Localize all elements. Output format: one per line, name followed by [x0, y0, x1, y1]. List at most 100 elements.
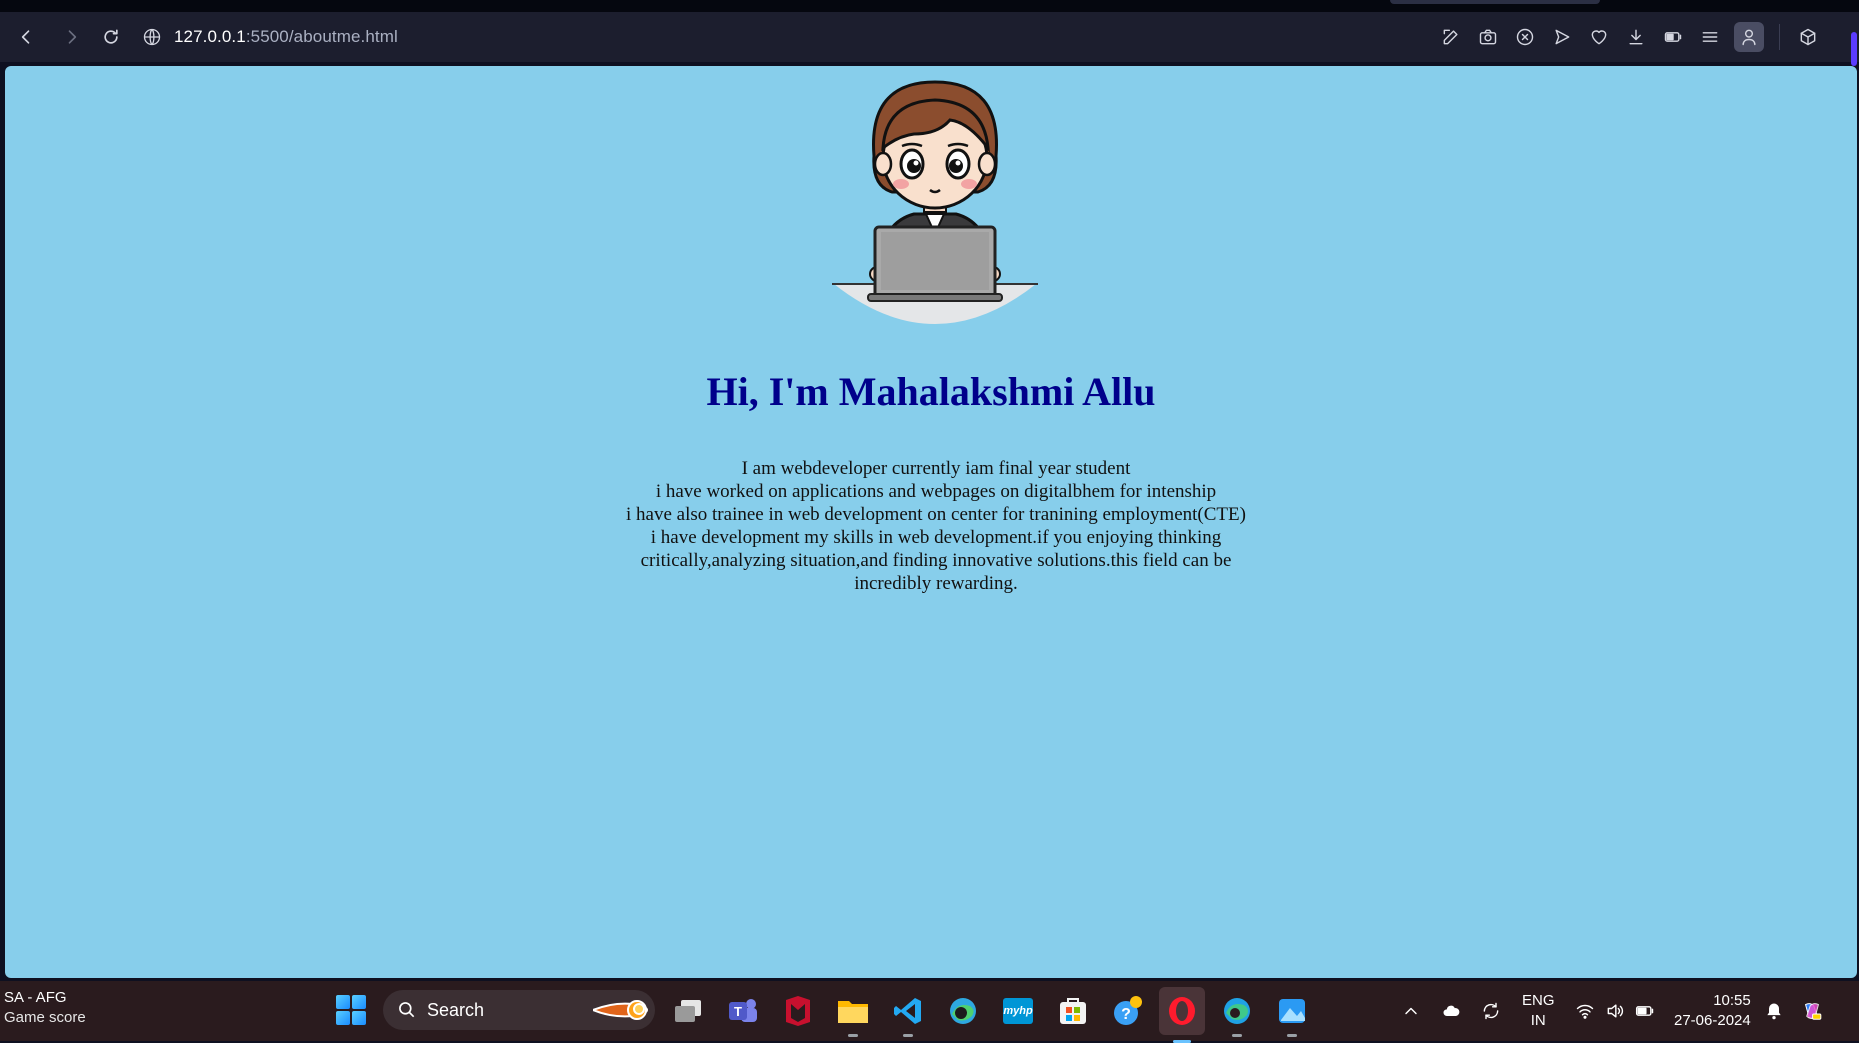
windows-logo-tile	[336, 1011, 350, 1025]
input-language[interactable]: ENG IN	[1522, 991, 1555, 1031]
downloads-button[interactable]	[1623, 22, 1649, 52]
send-icon	[1555, 29, 1570, 45]
avatar-illustration	[828, 74, 1042, 326]
mcafee-app[interactable]	[780, 993, 816, 1029]
easy-setup-button[interactable]	[1697, 22, 1723, 52]
opera-app[interactable]	[1159, 987, 1205, 1043]
bio-line: i have worked on applications and webpag…	[655, 481, 1217, 502]
help-icon: ?	[1114, 996, 1142, 1025]
region-code: IN	[1530, 1012, 1546, 1029]
volume-icon	[1607, 1004, 1624, 1018]
snapshot-button[interactable]	[1475, 22, 1501, 52]
cloud-icon	[1443, 1005, 1460, 1016]
mcafee-icon	[786, 996, 810, 1026]
edge-app[interactable]	[1219, 993, 1255, 1037]
widget-subtitle: Game score	[4, 1009, 86, 1026]
windows-logo-tile	[352, 995, 366, 1009]
copilot-button[interactable]	[1802, 981, 1822, 1041]
wifi-icon	[1576, 1004, 1594, 1019]
flow-button[interactable]	[1549, 22, 1575, 52]
extensions-button[interactable]	[1795, 22, 1821, 52]
tab-indicator[interactable]	[1390, 0, 1600, 4]
clock-date: 27-06-2024	[1674, 1012, 1751, 1029]
photos-icon	[1279, 999, 1305, 1023]
chevron-left-icon	[21, 30, 30, 44]
profile-button[interactable]	[1734, 22, 1764, 52]
running-indicator	[1232, 1034, 1242, 1037]
taskbar-search[interactable]: Search	[383, 990, 655, 1030]
store-icon	[1060, 998, 1086, 1024]
windows-logo-tile	[336, 995, 350, 1009]
edge-icon	[1224, 998, 1250, 1024]
bio-line: I am webdeveloper currently iam final ye…	[741, 458, 1131, 479]
chevron-up-icon	[1405, 1007, 1417, 1015]
page-title: Hi, I'm Mahalakshmi Allu	[706, 369, 1156, 414]
quick-settings[interactable]	[1575, 981, 1655, 1041]
address-bar[interactable]: 127.0.0.1:5500/aboutme.html	[142, 22, 398, 52]
adblock-button[interactable]	[1512, 22, 1538, 52]
browser-toolbar: 127.0.0.1:5500/aboutme.html	[0, 12, 1859, 66]
get-help-app[interactable]: ?	[1110, 993, 1146, 1029]
url-text: 127.0.0.1:5500/aboutme.html	[174, 27, 398, 47]
edge-dev-icon	[950, 998, 976, 1024]
task-view-icon	[675, 1000, 701, 1022]
vscode-app[interactable]	[890, 993, 926, 1037]
sync-tray[interactable]	[1481, 981, 1501, 1041]
globe-icon	[143, 28, 161, 46]
task-view-button[interactable]	[670, 993, 706, 1029]
folder-icon	[838, 1001, 868, 1023]
search-icon	[399, 1002, 415, 1018]
comet-icon	[593, 1000, 649, 1020]
url-host: 127.0.0.1	[174, 27, 246, 46]
search-label: Search	[427, 999, 485, 1020]
edge-dev-app[interactable]	[945, 993, 981, 1029]
bio-text: I am webdeveloper currently iam final ye…	[601, 457, 1271, 595]
teams-app[interactable]: T	[725, 993, 761, 1029]
battery-saver-icon	[1664, 32, 1682, 42]
notifications-button[interactable]	[1764, 981, 1784, 1041]
toolbar-separator	[1779, 24, 1780, 50]
svg-text:T: T	[734, 1004, 742, 1019]
url-path: :5500/aboutme.html	[245, 27, 398, 46]
teams-icon: T	[729, 999, 757, 1022]
start-button[interactable]	[336, 995, 366, 1025]
weather-widget[interactable]: SA - AFG Game score	[4, 988, 86, 1028]
bell-icon	[1767, 1003, 1781, 1020]
battery-saver-button[interactable]	[1660, 22, 1686, 52]
forward-button[interactable]	[57, 22, 87, 52]
language-code: ENG	[1522, 992, 1555, 1009]
microsoft-store-app[interactable]	[1055, 993, 1091, 1029]
clock-time: 10:55	[1713, 992, 1751, 1009]
widget-title: SA - AFG	[4, 989, 67, 1006]
file-explorer-app[interactable]	[835, 993, 871, 1037]
camera-icon	[1479, 29, 1497, 45]
svg-text:?: ?	[1121, 1006, 1131, 1023]
back-button[interactable]	[11, 22, 41, 52]
myhp-app[interactable]: myhp	[1000, 993, 1036, 1029]
bio-line: i have development my skills in web deve…	[640, 527, 1232, 594]
menu-lines-icon	[1702, 32, 1718, 42]
developer-girl-image	[832, 80, 1038, 324]
myhp-icon: myhp	[1003, 998, 1033, 1024]
cube-icon	[1800, 28, 1816, 46]
system-clock[interactable]: 10:55 27-06-2024	[1674, 991, 1751, 1031]
photos-app[interactable]	[1274, 993, 1310, 1037]
heart-icon	[1591, 30, 1607, 45]
window-top-strip	[0, 0, 1859, 12]
battery-icon	[1635, 1006, 1654, 1016]
shield-x-icon	[1516, 28, 1534, 46]
copilot-icon	[1805, 1003, 1822, 1020]
user-icon	[1742, 29, 1756, 46]
windows-taskbar: SA - AFG Game score Search T myhp ? ENG …	[0, 981, 1859, 1043]
chevron-right-icon	[68, 30, 77, 44]
bookmarks-button[interactable]	[1586, 22, 1612, 52]
reload-button[interactable]	[96, 22, 126, 52]
edit-button[interactable]	[1438, 22, 1464, 52]
show-hidden-icons[interactable]	[1401, 981, 1421, 1041]
download-icon	[1629, 29, 1643, 45]
sync-icon	[1483, 1002, 1499, 1020]
running-indicator	[903, 1034, 913, 1037]
sidebar-accent[interactable]	[1851, 32, 1857, 66]
onedrive-tray[interactable]	[1441, 981, 1461, 1041]
reload-icon	[104, 29, 118, 44]
